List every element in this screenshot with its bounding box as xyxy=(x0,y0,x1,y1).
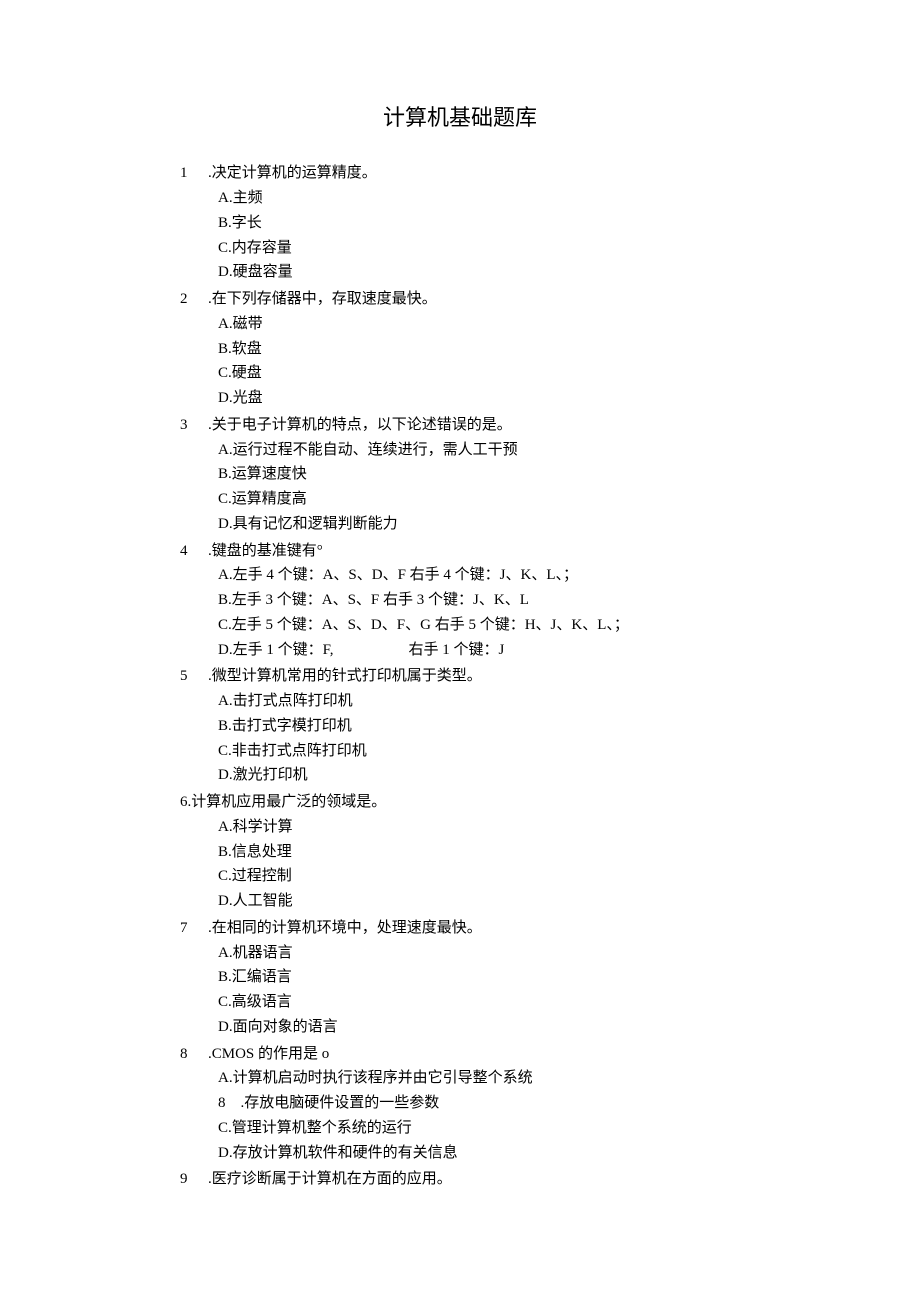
option-list: A.左手 4 个键：A、S、D、F 右手 4 个键：J、K、L、；B.左手 3 … xyxy=(180,563,740,662)
option-item: D.激光打印机 xyxy=(218,763,740,788)
question-item: 6.计算机应用最广泛的领域是。A.科学计算B.信息处理C.过程控制D.人工智能 xyxy=(180,790,740,914)
question-item: 2 .在下列存储器中，存取速度最快。A.磁带B.软盘C.硬盘D.光盘 xyxy=(180,287,740,411)
question-stem: 7 .在相同的计算机环境中，处理速度最快。 xyxy=(180,916,740,941)
option-item: B.信息处理 xyxy=(218,840,740,865)
option-item: A.科学计算 xyxy=(218,815,740,840)
question-number: 9 xyxy=(180,1167,198,1192)
option-item: C.左手 5 个键：A、S、D、F、G 右手 5 个键：H、J、K、L、； xyxy=(218,613,740,638)
option-item: C.硬盘 xyxy=(218,361,740,386)
page-title: 计算机基础题库 xyxy=(180,100,740,136)
question-item: 9 .医疗诊断属于计算机在方面的应用。 xyxy=(180,1167,740,1192)
question-item: 7 .在相同的计算机环境中，处理速度最快。A.机器语言B.汇编语言C.高级语言D… xyxy=(180,916,740,1040)
question-stem: 4 .键盘的基准键有° xyxy=(180,539,740,564)
option-item: B.左手 3 个键：A、S、F 右手 3 个键：J、K、L xyxy=(218,588,740,613)
question-stem: 3 .关于电子计算机的特点，以下论述错误的是。 xyxy=(180,413,740,438)
option-item: D.面向对象的语言 xyxy=(218,1015,740,1040)
question-text: .微型计算机常用的针式打印机属于类型。 xyxy=(208,664,740,689)
option-item: A.击打式点阵打印机 xyxy=(218,689,740,714)
option-list: A.磁带B.软盘C.硬盘D.光盘 xyxy=(180,312,740,411)
option-item: A.主频 xyxy=(218,186,740,211)
option-item: D.光盘 xyxy=(218,386,740,411)
question-text: .CMOS 的作用是 o xyxy=(208,1042,740,1067)
option-list: A.机器语言B.汇编语言C.高级语言D.面向对象的语言 xyxy=(180,941,740,1040)
question-number: 5 xyxy=(180,664,198,689)
question-text: .键盘的基准键有° xyxy=(208,539,740,564)
question-text: 6.计算机应用最广泛的领域是。 xyxy=(180,790,386,815)
option-item: C.非击打式点阵打印机 xyxy=(218,739,740,764)
question-stem: 6.计算机应用最广泛的领域是。 xyxy=(180,790,740,815)
question-text: .在相同的计算机环境中，处理速度最快。 xyxy=(208,916,740,941)
option-list: A.击打式点阵打印机B.击打式字模打印机C.非击打式点阵打印机D.激光打印机 xyxy=(180,689,740,788)
option-item: A.运行过程不能自动、连续进行，需人工干预 xyxy=(218,438,740,463)
option-item: D.硬盘容量 xyxy=(218,260,740,285)
option-item: A.机器语言 xyxy=(218,941,740,966)
question-text: .在下列存储器中，存取速度最快。 xyxy=(208,287,740,312)
question-item: 8 .CMOS 的作用是 oA.计算机启动时执行该程序并由它引导整个系统8 .存… xyxy=(180,1042,740,1166)
option-item: C.管理计算机整个系统的运行 xyxy=(218,1116,740,1141)
option-item: B.汇编语言 xyxy=(218,965,740,990)
question-item: 5 .微型计算机常用的针式打印机属于类型。A.击打式点阵打印机B.击打式字模打印… xyxy=(180,664,740,788)
option-item: 8 .存放电脑硬件设置的一些参数 xyxy=(218,1091,740,1116)
option-item: B.击打式字模打印机 xyxy=(218,714,740,739)
option-item: C.运算精度高 xyxy=(218,487,740,512)
option-item: A.磁带 xyxy=(218,312,740,337)
question-stem: 1 .决定计算机的运算精度。 xyxy=(180,161,740,186)
option-item: D.左手 1 个键：F, 右手 1 个键：J xyxy=(218,638,740,663)
question-list: 1 .决定计算机的运算精度。A.主频B.字长C.内存容量D.硬盘容量2 .在下列… xyxy=(180,161,740,1192)
option-item: B.运算速度快 xyxy=(218,462,740,487)
option-list: A.主频B.字长C.内存容量D.硬盘容量 xyxy=(180,186,740,285)
question-number: 7 xyxy=(180,916,198,941)
question-number: 1 xyxy=(180,161,198,186)
question-item: 3 .关于电子计算机的特点，以下论述错误的是。A.运行过程不能自动、连续进行，需… xyxy=(180,413,740,537)
question-stem: 9 .医疗诊断属于计算机在方面的应用。 xyxy=(180,1167,740,1192)
option-item: D.人工智能 xyxy=(218,889,740,914)
option-item: C.内存容量 xyxy=(218,236,740,261)
question-stem: 5 .微型计算机常用的针式打印机属于类型。 xyxy=(180,664,740,689)
question-number: 4 xyxy=(180,539,198,564)
question-text: .医疗诊断属于计算机在方面的应用。 xyxy=(208,1167,740,1192)
question-stem: 2 .在下列存储器中，存取速度最快。 xyxy=(180,287,740,312)
option-list: A.科学计算B.信息处理C.过程控制D.人工智能 xyxy=(180,815,740,914)
question-number: 3 xyxy=(180,413,198,438)
option-list: A.运行过程不能自动、连续进行，需人工干预B.运算速度快C.运算精度高D.具有记… xyxy=(180,438,740,537)
option-item: A.计算机启动时执行该程序并由它引导整个系统 xyxy=(218,1066,740,1091)
question-number: 8 xyxy=(180,1042,198,1067)
option-item: B.字长 xyxy=(218,211,740,236)
option-item: D.具有记忆和逻辑判断能力 xyxy=(218,512,740,537)
question-text: .关于电子计算机的特点，以下论述错误的是。 xyxy=(208,413,740,438)
question-stem: 8 .CMOS 的作用是 o xyxy=(180,1042,740,1067)
option-list: A.计算机启动时执行该程序并由它引导整个系统8 .存放电脑硬件设置的一些参数C.… xyxy=(180,1066,740,1165)
option-item: A.左手 4 个键：A、S、D、F 右手 4 个键：J、K、L、； xyxy=(218,563,740,588)
option-item: C.高级语言 xyxy=(218,990,740,1015)
question-number: 2 xyxy=(180,287,198,312)
question-text: .决定计算机的运算精度。 xyxy=(208,161,740,186)
option-item: B.软盘 xyxy=(218,337,740,362)
question-item: 4 .键盘的基准键有°A.左手 4 个键：A、S、D、F 右手 4 个键：J、K… xyxy=(180,539,740,663)
question-item: 1 .决定计算机的运算精度。A.主频B.字长C.内存容量D.硬盘容量 xyxy=(180,161,740,285)
option-item: D.存放计算机软件和硬件的有关信息 xyxy=(218,1141,740,1166)
option-item: C.过程控制 xyxy=(218,864,740,889)
